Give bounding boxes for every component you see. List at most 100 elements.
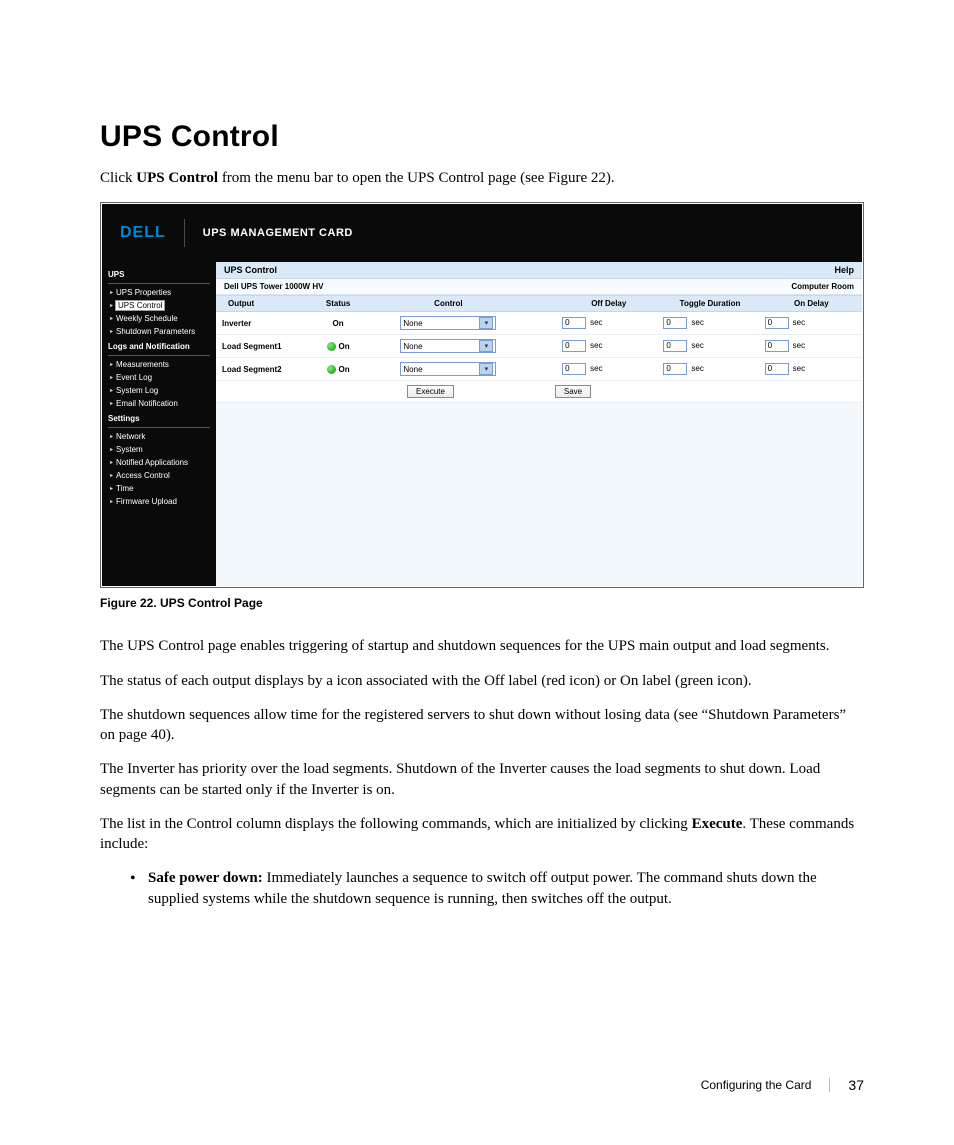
sidebar-item-label: UPS Properties [116, 288, 171, 297]
bullet-safe-power-down: Safe power down: Immediately launches a … [130, 868, 864, 909]
chevron-down-icon[interactable]: ▾ [479, 317, 493, 329]
sidebar-item-label: Measurements [116, 360, 169, 369]
divider [184, 219, 185, 247]
chevron-down-icon[interactable]: ▾ [479, 363, 493, 375]
column-header: Output [216, 295, 309, 312]
help-link[interactable]: Help [834, 265, 854, 275]
intro-bold: UPS Control [136, 170, 218, 186]
unit-label: sec [691, 364, 703, 373]
paragraph-1: The UPS Control page enables triggering … [100, 636, 864, 656]
unit-label: sec [691, 341, 703, 350]
off-delay-input[interactable]: 0 [562, 317, 586, 329]
sidebar-item[interactable]: Email Notification [108, 397, 210, 410]
sidebar-item-label: Shutdown Parameters [116, 327, 195, 336]
on-delay-cell: 0 sec [761, 358, 862, 381]
panel-title-bar: UPS Control Help [216, 262, 862, 279]
on-delay-cell: 0 sec [761, 335, 862, 358]
p5-bold: Execute [692, 816, 743, 832]
sidebar-item[interactable]: UPS Control [108, 299, 210, 312]
unit-label: sec [691, 318, 703, 327]
sidebar-item[interactable]: Event Log [108, 371, 210, 384]
footer-separator [829, 1078, 830, 1092]
off-delay-cell: 0 sec [558, 335, 659, 358]
location-name: Computer Room [791, 282, 854, 291]
unit-label: sec [590, 341, 602, 350]
execute-button[interactable]: Execute [407, 385, 454, 398]
control-select[interactable]: None▾ [400, 339, 496, 353]
off-delay-cell: 0 sec [558, 312, 659, 335]
card-title: UPS MANAGEMENT CARD [203, 227, 353, 239]
on-delay-input[interactable]: 0 [765, 340, 789, 352]
footer-section: Configuring the Card [701, 1078, 812, 1092]
paragraph-4: The Inverter has priority over the load … [100, 759, 864, 800]
sidebar-item-label: Weekly Schedule [116, 314, 178, 323]
sidebar-item[interactable]: Measurements [108, 358, 210, 371]
toggle-duration-cell: 0 sec [659, 335, 760, 358]
sidebar-item-label: UPS Control [116, 301, 164, 310]
sidebar-item-label: Event Log [116, 373, 152, 382]
sidebar-item-label: Email Notification [116, 399, 178, 408]
figure-screenshot: DELL UPS MANAGEMENT CARD UPSUPS Properti… [100, 202, 864, 588]
unit-label: sec [793, 341, 805, 350]
control-cell: None▾ [367, 335, 530, 358]
device-name: Dell UPS Tower 1000W HV [224, 282, 323, 291]
toggle-duration-cell: 0 sec [659, 358, 760, 381]
toggle-duration-input[interactable]: 0 [663, 363, 687, 375]
on-delay-input[interactable]: 0 [765, 317, 789, 329]
sidebar-item[interactable]: Firmware Upload [108, 495, 210, 508]
footer-page-number: 37 [848, 1077, 864, 1093]
toggle-duration-input[interactable]: 0 [663, 340, 687, 352]
panel-title: UPS Control [224, 265, 277, 275]
output-cell: Inverter [216, 312, 309, 335]
control-select[interactable]: None▾ [400, 362, 496, 376]
off-delay-input[interactable]: 0 [562, 340, 586, 352]
status-cell: On [309, 335, 366, 358]
on-delay-cell: 0 sec [761, 312, 862, 335]
control-cell: None▾ [367, 312, 530, 335]
sidebar-item[interactable]: System [108, 443, 210, 456]
sidebar-item[interactable]: Network [108, 430, 210, 443]
table-row: Load Segment1On None▾ 0 sec 0 sec 0 sec [216, 335, 862, 358]
paragraph-5: The list in the Control column displays … [100, 814, 864, 855]
unit-label: sec [793, 364, 805, 373]
sidebar-item[interactable]: Notified Applications [108, 456, 210, 469]
sidebar-item[interactable]: System Log [108, 384, 210, 397]
bullet-lead: Safe power down: [148, 870, 263, 886]
sidebar-section: Settings [108, 410, 210, 428]
control-select[interactable]: None▾ [400, 316, 496, 330]
off-delay-input[interactable]: 0 [562, 363, 586, 375]
column-header: Status [309, 295, 366, 312]
column-header: Off Delay [558, 295, 659, 312]
page-title: UPS Control [100, 120, 864, 154]
on-delay-input[interactable]: 0 [765, 363, 789, 375]
sidebar-item-label: Notified Applications [116, 458, 188, 467]
output-cell: Load Segment1 [216, 335, 309, 358]
unit-label: sec [590, 318, 602, 327]
save-button[interactable]: Save [555, 385, 591, 398]
paragraph-2: The status of each output displays by a … [100, 671, 864, 691]
unit-label: sec [793, 318, 805, 327]
host-bar: Dell UPS Tower 1000W HV Computer Room [216, 279, 862, 295]
intro-paragraph: Click UPS Control from the menu bar to o… [100, 168, 864, 188]
status-cell: On [309, 358, 366, 381]
toggle-duration-input[interactable]: 0 [663, 317, 687, 329]
unit-label: sec [590, 364, 602, 373]
paragraph-3: The shutdown sequences allow time for th… [100, 705, 864, 746]
output-cell: Load Segment2 [216, 358, 309, 381]
sidebar-item[interactable]: Shutdown Parameters [108, 325, 210, 338]
button-bar: Execute Save [216, 381, 862, 403]
sidebar-item[interactable]: Time [108, 482, 210, 495]
sidebar-item-label: Access Control [116, 471, 170, 480]
sidebar-item[interactable]: Access Control [108, 469, 210, 482]
page-footer: Configuring the Card 37 [701, 1077, 864, 1093]
status-cell: On [309, 312, 366, 335]
intro-suffix: from the menu bar to open the UPS Contro… [218, 170, 615, 186]
status-on-icon [327, 342, 336, 351]
table-row: Load Segment2On None▾ 0 sec 0 sec 0 sec [216, 358, 862, 381]
sidebar-item[interactable]: Weekly Schedule [108, 312, 210, 325]
sidebar-item-label: Time [116, 484, 133, 493]
toggle-duration-cell: 0 sec [659, 312, 760, 335]
chevron-down-icon[interactable]: ▾ [479, 340, 493, 352]
table-row: InverterOn None▾ 0 sec 0 sec 0 sec [216, 312, 862, 335]
sidebar-item[interactable]: UPS Properties [108, 286, 210, 299]
